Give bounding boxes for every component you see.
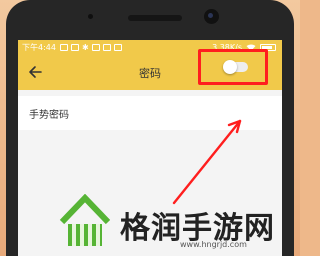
status-time: 下午4:44	[22, 43, 56, 52]
gesture-password-row[interactable]: 手势密码	[18, 96, 282, 130]
arrow-left-icon[interactable]	[28, 64, 44, 80]
earpiece-speaker	[128, 15, 182, 21]
watermark-url: www.hngrjd.com	[180, 240, 247, 249]
page-title: 密码	[139, 66, 161, 80]
app-icon	[102, 44, 111, 51]
gesture-password-label: 手势密码	[29, 110, 69, 121]
notification-icon	[70, 44, 79, 51]
bluetooth-icon: ✱	[81, 42, 89, 52]
watermark: 格润手游网 www.hngrjd.com	[58, 194, 300, 256]
front-camera-icon	[204, 9, 219, 24]
status-icons: ✱	[59, 42, 122, 52]
proximity-sensor	[88, 14, 93, 19]
highlight-box	[198, 49, 268, 85]
sim-icon	[59, 44, 68, 51]
app-icon	[113, 44, 122, 51]
site-logo-icon	[59, 194, 110, 246]
app-icon	[91, 44, 100, 51]
